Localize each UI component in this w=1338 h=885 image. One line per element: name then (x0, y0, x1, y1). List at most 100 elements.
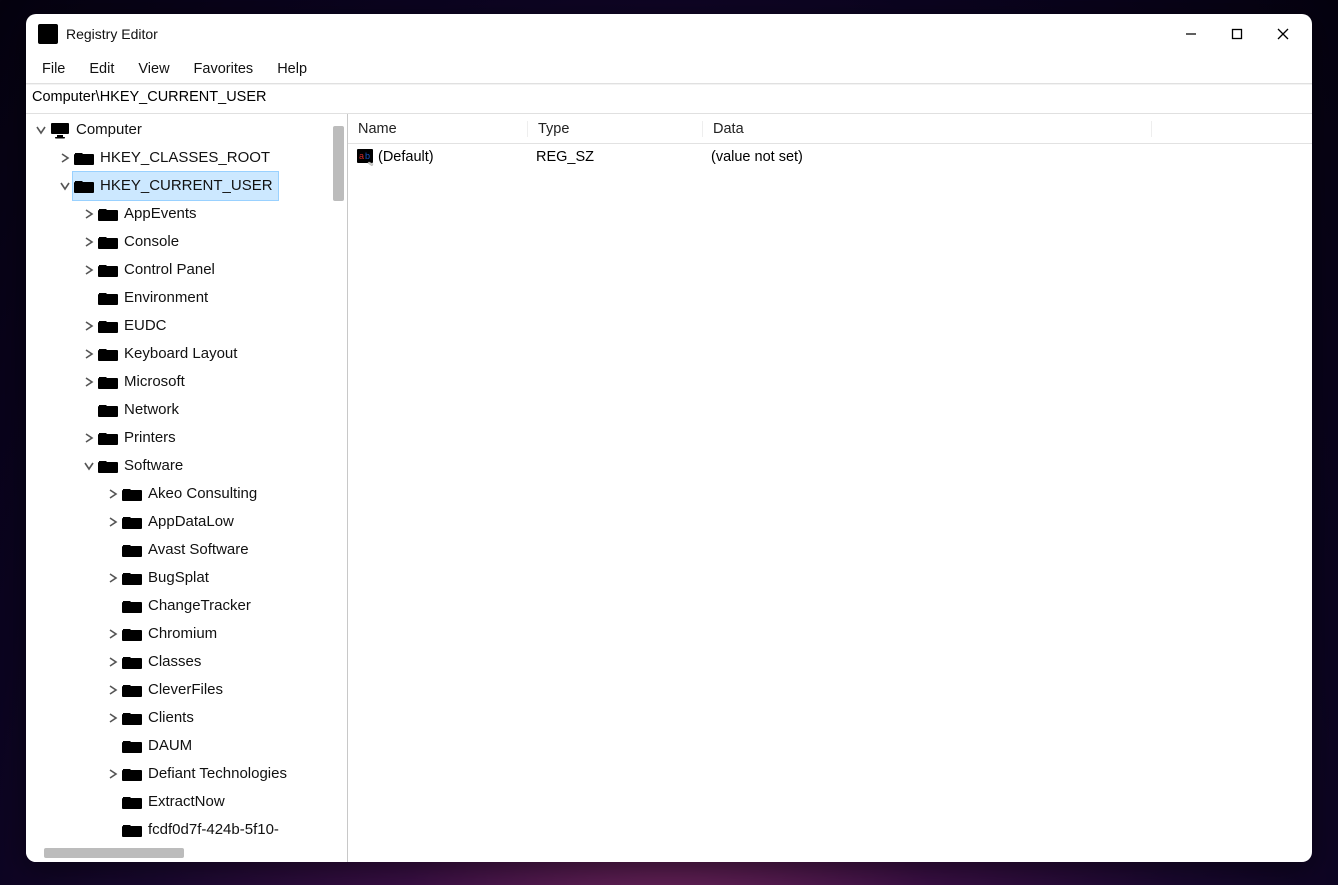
tree-item[interactable]: ExtractNow (28, 788, 347, 816)
folder-icon (98, 429, 118, 447)
folder-icon (122, 513, 142, 531)
minimize-button[interactable] (1168, 18, 1214, 50)
tree-item[interactable]: BugSplat (28, 564, 347, 592)
tree-item[interactable]: Microsoft (28, 368, 347, 396)
tree-item[interactable]: HKEY_CLASSES_ROOT (28, 144, 347, 172)
tree-item[interactable]: Clients (28, 704, 347, 732)
tree-item-label: CleverFiles (146, 677, 225, 703)
tree-item-label: Environment (122, 285, 210, 311)
column-header-name[interactable]: Name (348, 121, 528, 137)
menu-view[interactable]: View (126, 54, 181, 83)
registry-editor-icon (38, 24, 58, 44)
chevron-right-icon[interactable] (106, 515, 120, 529)
chevron-right-icon[interactable] (106, 711, 120, 725)
folder-icon (122, 569, 142, 587)
chevron-right-icon[interactable] (82, 207, 96, 221)
folder-icon (98, 401, 118, 419)
tree-item-computer[interactable]: Computer (28, 116, 347, 144)
tree-item[interactable]: ChangeTracker (28, 592, 347, 620)
tree-item-label: Avast Software (146, 537, 251, 563)
menu-edit[interactable]: Edit (77, 54, 126, 83)
maximize-button[interactable] (1214, 18, 1260, 50)
tree-item[interactable]: Avast Software (28, 536, 347, 564)
tree-item-label: DAUM (146, 733, 194, 759)
tree-view[interactable]: ComputerHKEY_CLASSES_ROOTHKEY_CURRENT_US… (26, 114, 347, 845)
values-pane: Name Type Data (Default) REG_SZ (value n… (348, 114, 1312, 862)
values-list[interactable]: (Default) REG_SZ (value not set) (348, 144, 1312, 862)
chevron-right-icon[interactable] (82, 263, 96, 277)
folder-icon (74, 177, 94, 195)
folder-icon (122, 709, 142, 727)
value-name: (Default) (378, 149, 434, 165)
chevron-down-icon[interactable] (58, 179, 72, 193)
tree-item[interactable]: DAUM (28, 732, 347, 760)
chevron-right-icon[interactable] (82, 375, 96, 389)
chevron-right-icon[interactable] (106, 487, 120, 501)
tree-item[interactable]: Classes (28, 648, 347, 676)
chevron-right-icon[interactable] (106, 683, 120, 697)
folder-icon (122, 485, 142, 503)
value-data: (value not set) (703, 149, 1312, 165)
chevron-down-icon[interactable] (82, 459, 96, 473)
tree-item-label: Classes (146, 649, 203, 675)
tree-item[interactable]: CleverFiles (28, 676, 347, 704)
folder-icon (122, 597, 142, 615)
tree-item[interactable]: Keyboard Layout (28, 340, 347, 368)
menu-help[interactable]: Help (265, 54, 319, 83)
column-header-data[interactable]: Data (703, 121, 1152, 137)
tree-horizontal-scrollbar[interactable] (26, 845, 347, 862)
tree-item[interactable]: Console (28, 228, 347, 256)
tree-item[interactable]: AppDataLow (28, 508, 347, 536)
tree-item[interactable]: EUDC (28, 312, 347, 340)
folder-icon (122, 737, 142, 755)
tree-item[interactable]: HKEY_CURRENT_USER (28, 172, 347, 200)
tree-item-label: HKEY_CLASSES_ROOT (98, 145, 272, 171)
tree-item[interactable]: Akeo Consulting (28, 480, 347, 508)
tree-item[interactable]: Printers (28, 424, 347, 452)
folder-icon (98, 457, 118, 475)
tree-item[interactable]: fcdf0d7f-424b-5f10- (28, 816, 347, 844)
folder-icon (98, 345, 118, 363)
tree-pane: ComputerHKEY_CLASSES_ROOTHKEY_CURRENT_US… (26, 114, 348, 862)
close-button[interactable] (1260, 18, 1306, 50)
value-row[interactable]: (Default) REG_SZ (value not set) (348, 144, 1312, 170)
menu-file[interactable]: File (30, 54, 77, 83)
tree-item-label: ExtractNow (146, 789, 227, 815)
tree-item-label: Printers (122, 425, 178, 451)
tree-item-label: Chromium (146, 621, 219, 647)
folder-icon (122, 653, 142, 671)
computer-icon (50, 121, 70, 139)
chevron-right-icon[interactable] (106, 571, 120, 585)
chevron-right-icon[interactable] (106, 767, 120, 781)
tree-item[interactable]: Chromium (28, 620, 347, 648)
chevron-right-icon[interactable] (82, 431, 96, 445)
tree-item[interactable]: Defiant Technologies (28, 760, 347, 788)
titlebar[interactable]: Registry Editor (26, 14, 1312, 54)
column-header-type[interactable]: Type (528, 121, 703, 137)
tree-item-label: Clients (146, 705, 196, 731)
folder-icon (98, 205, 118, 223)
folder-icon (98, 261, 118, 279)
tree-item[interactable]: AppEvents (28, 200, 347, 228)
chevron-right-icon[interactable] (82, 347, 96, 361)
address-bar[interactable]: Computer\HKEY_CURRENT_USER (26, 84, 1312, 114)
chevron-right-icon[interactable] (58, 151, 72, 165)
tree-item-label: Console (122, 229, 181, 255)
tree-item[interactable]: Control Panel (28, 256, 347, 284)
tree-item-label: Software (122, 453, 185, 479)
menu-favorites[interactable]: Favorites (182, 54, 266, 83)
content-area: ComputerHKEY_CLASSES_ROOTHKEY_CURRENT_US… (26, 114, 1312, 862)
folder-icon (98, 289, 118, 307)
tree-item-label: AppEvents (122, 201, 199, 227)
chevron-right-icon[interactable] (82, 235, 96, 249)
chevron-down-icon[interactable] (34, 123, 48, 137)
chevron-right-icon[interactable] (82, 319, 96, 333)
tree-item[interactable]: Network (28, 396, 347, 424)
tree-item-label: HKEY_CURRENT_USER (98, 173, 275, 199)
tree-item[interactable]: Environment (28, 284, 347, 312)
chevron-right-icon[interactable] (106, 655, 120, 669)
tree-vertical-scrollbar[interactable] (330, 114, 347, 845)
tree-item[interactable]: Software (28, 452, 347, 480)
chevron-right-icon[interactable] (106, 627, 120, 641)
values-header: Name Type Data (348, 114, 1312, 144)
